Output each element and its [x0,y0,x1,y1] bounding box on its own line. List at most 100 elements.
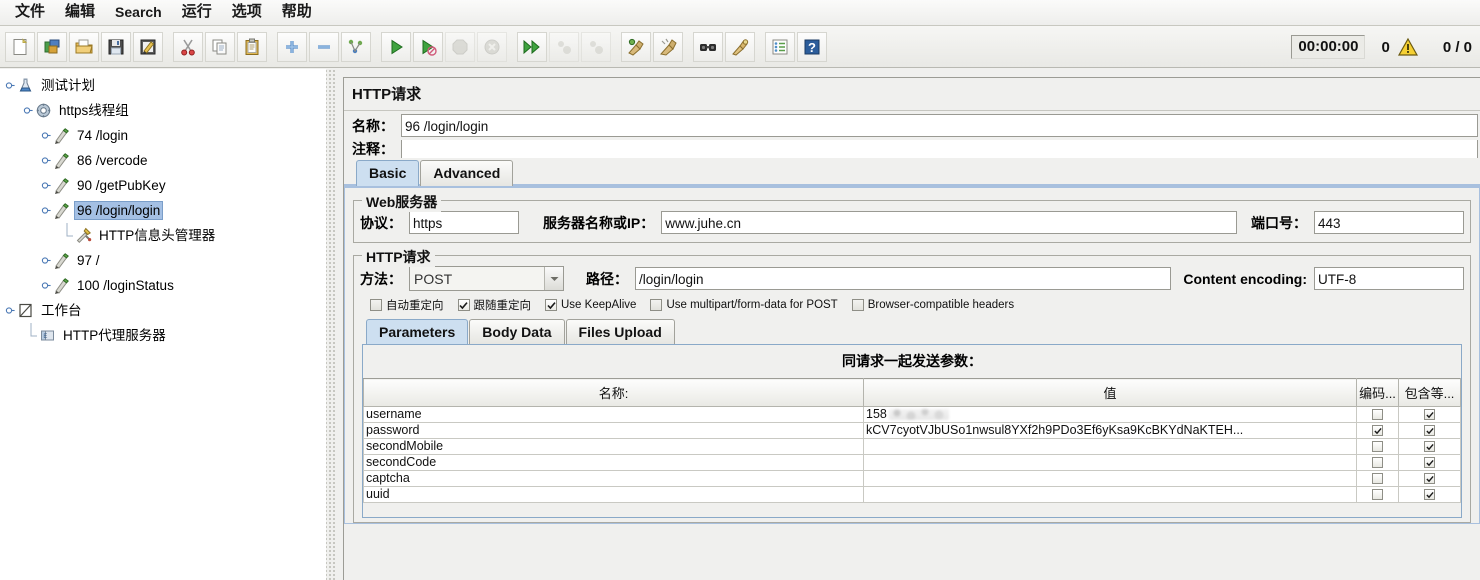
tree-node-sampler-90[interactable]: 90 /getPubKey [0,173,325,198]
param-name-cell[interactable]: secondCode [363,454,864,471]
collapse-all-icon[interactable] [309,31,339,62]
clear-icon[interactable] [621,31,651,62]
tree-node-sampler-86[interactable]: 86 /vercode [0,148,325,173]
stop-remote-all-icon[interactable] [549,31,579,62]
table-row[interactable]: password kCV7cyotVJbUSo1nwsul8YXf2h9PDo3… [363,422,1461,439]
checkbox-auto-redirect[interactable]: 自动重定向 [370,297,444,313]
port-input[interactable]: 443 [1314,211,1464,234]
collapse-handle-icon[interactable] [40,280,51,291]
tree-node-thread-group[interactable]: https线程组 [0,98,325,123]
param-encode-cell[interactable] [1356,486,1399,503]
comment-input[interactable] [401,140,1478,158]
param-encode-cell[interactable] [1356,438,1399,455]
include-checkbox[interactable] [1424,473,1435,485]
menu-edit[interactable]: 编辑 [56,1,104,24]
paste-icon[interactable] [237,31,267,62]
checkbox-box[interactable] [650,299,663,311]
menu-run[interactable]: 运行 [173,1,221,24]
checkbox-use-multipart[interactable]: Use multipart/form-data for POST [650,299,838,311]
templates-icon[interactable] [37,31,67,62]
include-checkbox[interactable] [1424,409,1435,421]
search-reset-icon[interactable] [725,31,755,62]
tree-node-sampler-96[interactable]: 96 /login/login [0,198,325,223]
checkbox-box[interactable] [370,299,382,311]
encode-checkbox[interactable] [1372,441,1383,453]
shutdown-icon[interactable] [477,31,507,62]
menu-file[interactable]: 文件 [6,1,54,24]
checkbox-box[interactable] [457,299,470,311]
encode-checkbox[interactable] [1372,473,1383,485]
content-encoding-input[interactable]: UTF-8 [1314,267,1464,290]
shutdown-remote-all-icon[interactable] [581,31,611,62]
menu-help[interactable]: 帮助 [273,1,321,24]
encode-checkbox[interactable] [1372,425,1383,437]
tree-node-sampler-100[interactable]: 100 /loginStatus [0,273,325,298]
menu-search[interactable]: Search [106,1,171,24]
table-row[interactable]: uuid [363,486,1461,503]
chevron-down-icon[interactable] [544,267,563,290]
copy-icon[interactable] [205,31,235,62]
param-encode-cell[interactable] [1356,454,1399,471]
tab-basic[interactable]: Basic [356,160,420,186]
param-encode-cell[interactable] [1356,406,1399,423]
param-value-cell[interactable] [863,470,1357,487]
table-row[interactable]: secondMobile [363,438,1461,455]
expand-handle-icon[interactable] [4,80,15,91]
table-row[interactable]: captcha [363,470,1461,487]
split-divider[interactable] [326,69,335,580]
param-name-cell[interactable]: uuid [363,486,864,503]
test-plan-tree-pane[interactable]: 测试计划 https线程组 74 /login 86 /vercode 90 /… [0,69,326,580]
checkbox-browser-compatible-headers[interactable]: Browser-compatible headers [851,299,1014,311]
parameters-table[interactable]: 名称: 值 编码... 包含等... username 158 password… [363,378,1461,503]
param-encode-cell[interactable] [1356,470,1399,487]
expand-handle-icon[interactable] [4,305,15,316]
toggle-icon[interactable] [341,31,371,62]
new-icon[interactable] [5,31,35,62]
param-include-cell[interactable] [1398,406,1461,423]
param-encode-cell[interactable] [1356,422,1399,439]
param-include-cell[interactable] [1398,486,1461,503]
checkbox-box[interactable] [851,299,864,311]
param-include-cell[interactable] [1398,438,1461,455]
param-name-cell[interactable]: captcha [363,470,864,487]
save-as-icon[interactable] [133,31,163,62]
tree-node-workbench[interactable]: 工作台 [0,298,325,323]
tab-body-data[interactable]: Body Data [469,319,565,344]
tree-node-sampler-97[interactable]: 97 / [0,248,325,273]
include-checkbox[interactable] [1424,457,1435,469]
checkbox-box[interactable] [545,299,557,311]
tree-node-test-plan[interactable]: 测试计划 [0,73,325,98]
param-value-cell[interactable]: 158 [863,406,1357,423]
param-include-cell[interactable] [1398,470,1461,487]
param-name-cell[interactable]: username [363,406,864,423]
encode-checkbox[interactable] [1372,457,1383,469]
tree-node-sampler-74[interactable]: 74 /login [0,123,325,148]
param-value-cell[interactable]: kCV7cyotVJbUSo1nwsul8YXf2h9PDo3Ef6yKsa9K… [863,422,1357,439]
start-remote-all-icon[interactable] [517,31,547,62]
collapse-handle-icon[interactable] [40,155,51,166]
encode-checkbox[interactable] [1372,409,1383,421]
cut-icon[interactable] [173,31,203,62]
param-include-cell[interactable] [1398,454,1461,471]
expand-all-icon[interactable] [277,31,307,62]
table-row[interactable]: secondCode [363,454,1461,471]
collapse-handle-icon[interactable] [40,180,51,191]
param-value-cell[interactable] [863,486,1357,503]
stop-icon[interactable] [445,31,475,62]
help-icon[interactable]: ? [797,31,827,62]
include-checkbox[interactable] [1424,489,1435,501]
search-icon[interactable] [693,31,723,62]
open-icon[interactable] [69,31,99,62]
table-row[interactable]: username 158 [363,406,1461,423]
collapse-handle-icon[interactable] [40,255,51,266]
function-helper-icon[interactable] [765,31,795,62]
param-value-cell[interactable] [863,438,1357,455]
expand-handle-icon[interactable] [40,205,51,216]
tree-node-http-proxy[interactable]: E HTTP代理服务器 [0,323,325,348]
menu-options[interactable]: 选项 [223,1,271,24]
encode-checkbox[interactable] [1372,489,1383,501]
warning-triangle-icon[interactable] [1397,37,1419,57]
name-input[interactable]: 96 /login/login [401,114,1478,137]
param-name-cell[interactable]: password [363,422,864,439]
param-value-cell[interactable] [863,454,1357,471]
